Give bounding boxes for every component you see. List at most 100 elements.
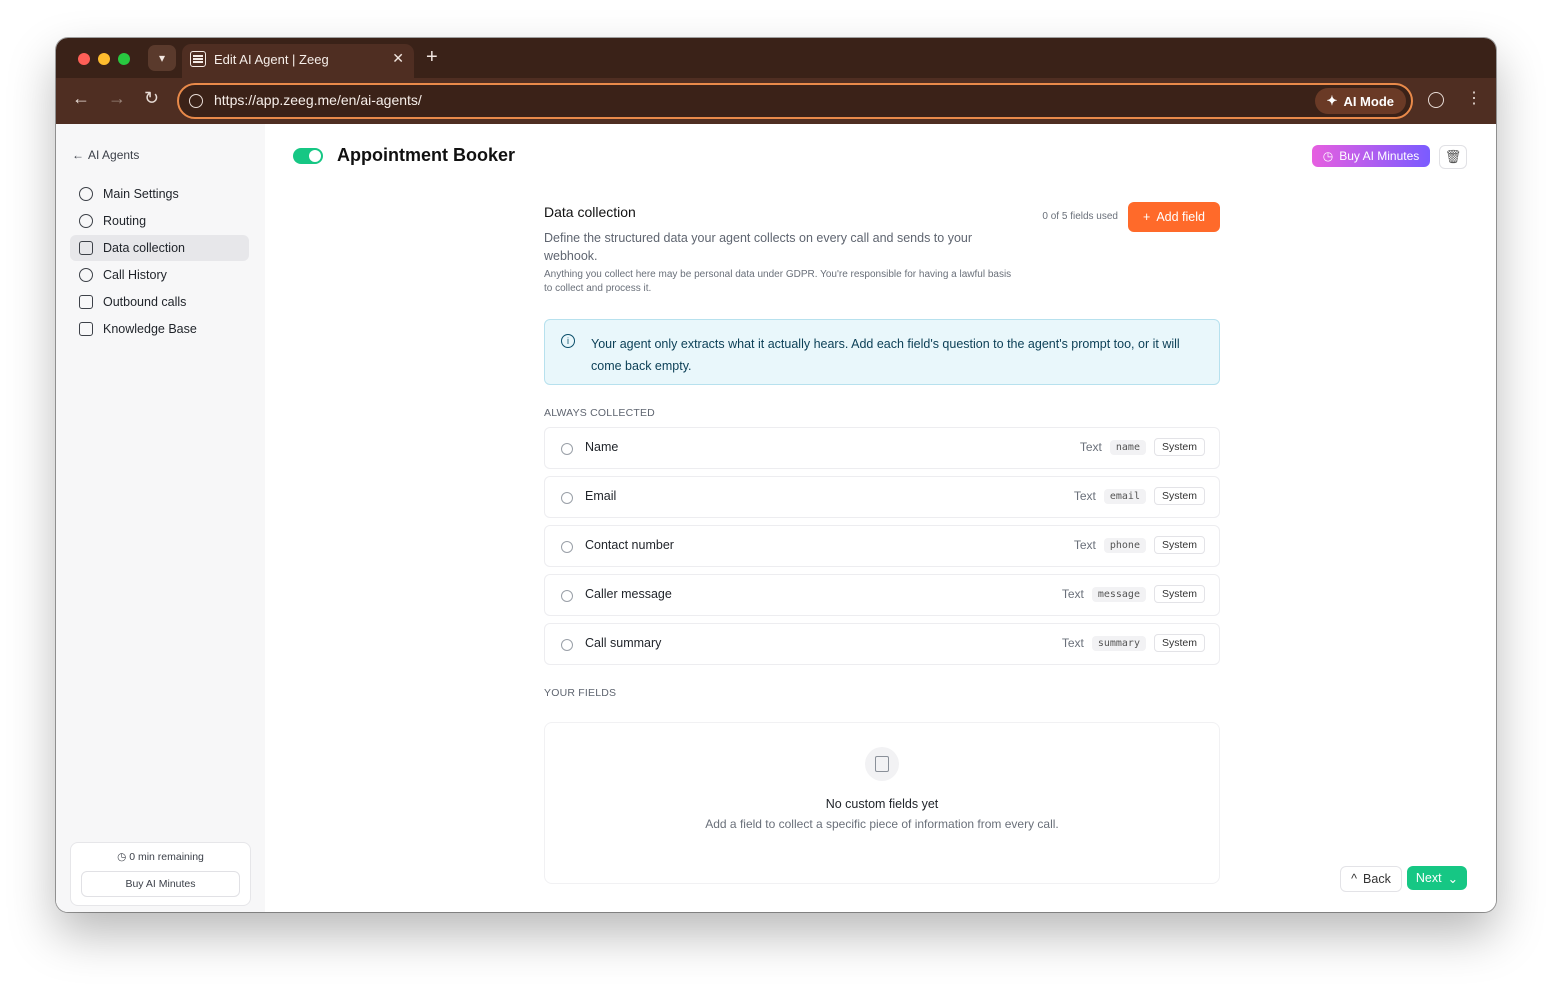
field-row[interactable]: Email Text email System [544, 476, 1220, 518]
gear-icon [79, 187, 93, 201]
system-badge: System [1153, 536, 1205, 554]
tab-bar: ▾ Edit AI Agent | Zeeg ✕ + [56, 38, 1496, 78]
close-icon[interactable]: ✕ [392, 50, 404, 67]
sparkle-search-icon: ✦ [1326, 93, 1338, 108]
field-row[interactable]: Name Text name System [544, 427, 1220, 469]
form-icon [865, 747, 899, 781]
page-viewport: ← AI Agents Main Settings Routing Data c… [56, 124, 1496, 912]
field-row[interactable]: Caller message Text message System [544, 574, 1220, 616]
address-bar[interactable]: https://app.zeeg.me/en/ai-agents/ ✦ AI M… [177, 83, 1413, 119]
browser-toolbar: ← → ↻ https://app.zeeg.me/en/ai-agents/ … [56, 78, 1496, 124]
more-menu-icon[interactable]: ⋮ [1466, 88, 1482, 108]
info-icon: i [561, 334, 575, 348]
empty-description: Add a field to collect a specific piece … [705, 817, 1059, 831]
field-type: Text [1079, 440, 1102, 454]
empty-custom-fields: No custom fields yet Add a field to coll… [544, 722, 1220, 884]
info-circle-icon [561, 639, 573, 651]
field-key: summary [1091, 635, 1146, 651]
calendar-icon [190, 51, 206, 67]
back-link-label: AI Agents [88, 148, 140, 162]
close-window-button[interactable] [78, 53, 90, 65]
sidebar: ← AI Agents Main Settings Routing Data c… [56, 124, 265, 912]
info-text: Your agent only extracts what it actuall… [591, 337, 1180, 373]
field-meta: Text message System [1062, 585, 1205, 603]
field-row[interactable]: Call summary Text summary System [544, 623, 1220, 665]
minutes-remaining-text: 0 min remaining [129, 851, 204, 863]
reload-icon[interactable]: ↻ [144, 88, 159, 109]
sidebar-item-label: Outbound calls [103, 295, 187, 309]
profile-icon[interactable] [1428, 92, 1444, 108]
plus-icon: + [1143, 210, 1151, 224]
minutes-remaining: ◷ 0 min remaining [71, 851, 250, 863]
clock-icon: ◷ [117, 851, 127, 863]
delete-agent-button[interactable]: 🗑 [1439, 145, 1467, 169]
add-field-button[interactable]: + Add field [1128, 202, 1220, 232]
sidebar-item-data-collection[interactable]: Data collection [70, 235, 249, 261]
sidebar-item-label: Main Settings [103, 187, 179, 201]
sidebar-item-label: Knowledge Base [103, 322, 197, 336]
sidebar-item-outbound-calls[interactable]: Outbound calls [70, 289, 249, 315]
browser-tab[interactable]: Edit AI Agent | Zeeg ✕ [182, 44, 414, 78]
field-meta: Text email System [1074, 487, 1205, 505]
ai-mode-label: AI Mode [1343, 93, 1394, 109]
field-name: Contact number [585, 538, 674, 552]
field-meta: Text phone System [1074, 536, 1205, 554]
chevron-down-icon: ⌄ [1447, 871, 1459, 886]
back-to-ai-agents-link[interactable]: ← AI Agents [72, 148, 139, 162]
maximize-window-button[interactable] [118, 53, 130, 65]
field-type: Text [1073, 489, 1096, 503]
add-field-label: Add field [1156, 210, 1205, 224]
trash-icon: 🗑 [1444, 149, 1462, 164]
minimize-window-button[interactable] [98, 53, 110, 65]
system-badge: System [1153, 585, 1205, 603]
field-meta: Text name System [1080, 438, 1205, 456]
sidebar-item-main-settings[interactable]: Main Settings [70, 181, 249, 207]
buy-ai-minutes-button[interactable]: ◷ Buy AI Minutes [1312, 145, 1430, 167]
sidebar-item-call-history[interactable]: Call History [70, 262, 249, 288]
always-collected-heading: ALWAYS COLLECTED [544, 407, 655, 419]
url-text[interactable]: https://app.zeeg.me/en/ai-agents/ [214, 92, 422, 108]
field-meta: Text summary System [1062, 634, 1205, 652]
system-badge: System [1153, 487, 1205, 505]
next-button[interactable]: Next ⌄ [1407, 866, 1467, 890]
next-button-label: Next [1415, 871, 1442, 885]
tab-title: Edit AI Agent | Zeeg [214, 52, 329, 67]
sidebar-item-label: Data collection [103, 241, 185, 255]
sidebar-item-label: Call History [103, 268, 167, 282]
system-badge: System [1153, 634, 1205, 652]
section-title: Data collection [544, 204, 636, 220]
back-arrow-icon[interactable]: ← [72, 88, 90, 109]
system-badge: System [1153, 438, 1205, 456]
tab-search-button[interactable]: ▾ [148, 45, 176, 71]
gdpr-note: Anything you collect here may be persona… [544, 269, 1012, 294]
info-circle-icon [561, 492, 573, 504]
sidebar-item-routing[interactable]: Routing [70, 208, 249, 234]
new-tab-button[interactable]: + [426, 46, 438, 69]
microphone-icon [79, 268, 93, 282]
field-key: message [1091, 586, 1146, 602]
agent-active-toggle[interactable] [293, 148, 323, 164]
page-title: Appointment Booker [337, 145, 515, 165]
data-collection-panel: Data collection Define the structured da… [544, 124, 1220, 884]
ai-mode-button[interactable]: ✦ AI Mode [1314, 88, 1406, 114]
field-key: email [1103, 488, 1146, 504]
info-callout: i Your agent only extracts what it actua… [544, 319, 1220, 385]
back-button[interactable]: ^ Back [1340, 866, 1402, 892]
table-icon [79, 241, 93, 255]
clock-icon: ◷ [1322, 149, 1334, 163]
browser-window: ▾ Edit AI Agent | Zeeg ✕ + ← → ↻ https:/… [56, 38, 1496, 912]
info-circle-icon [561, 541, 573, 553]
chevron-up-icon: ^ [1351, 872, 1358, 886]
field-row[interactable]: Contact number Text phone System [544, 525, 1220, 567]
book-icon [79, 322, 93, 336]
field-name: Caller message [585, 587, 672, 601]
buy-ai-minutes-sidebar-button[interactable]: Buy AI Minutes [81, 871, 240, 897]
field-name: Name [585, 440, 619, 454]
field-type: Text [1061, 587, 1084, 601]
back-arrow-icon: ← [72, 148, 84, 162]
forward-arrow-icon[interactable]: → [108, 88, 126, 109]
sidebar-item-label: Routing [103, 214, 147, 228]
section-description: Define the structured data your agent co… [544, 231, 973, 263]
field-key: name [1109, 439, 1146, 455]
sidebar-item-knowledge-base[interactable]: Knowledge Base [70, 316, 249, 342]
